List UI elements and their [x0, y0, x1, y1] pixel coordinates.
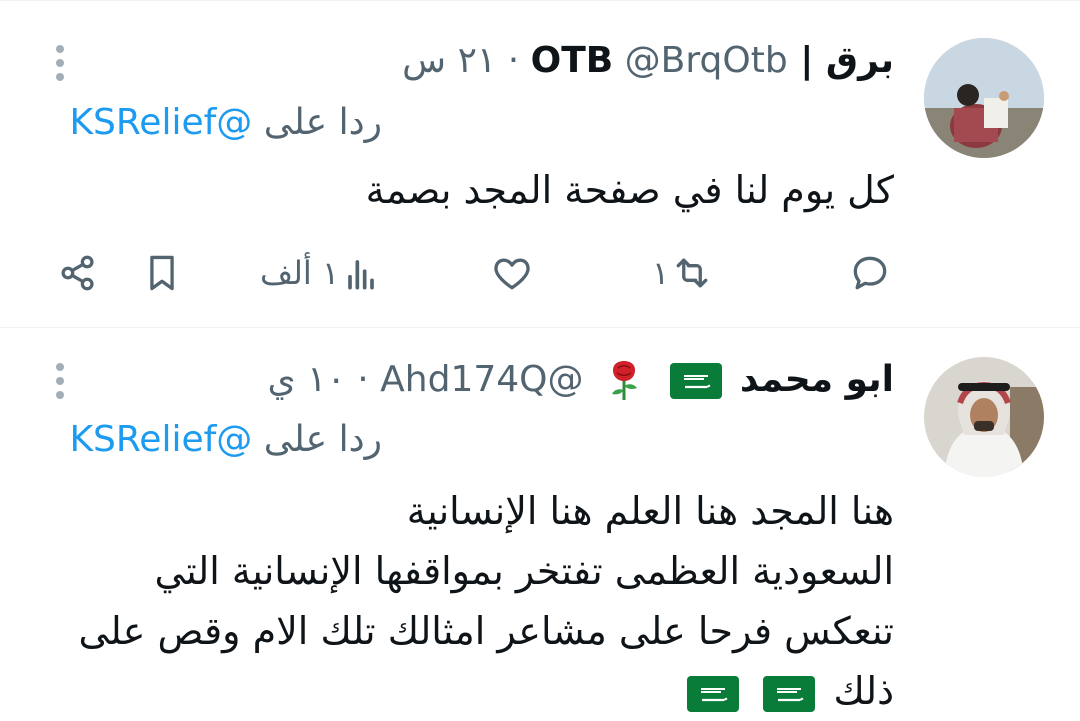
reply-mention[interactable]: @KSRelief: [69, 419, 252, 460]
like-button[interactable]: [490, 246, 536, 300]
tweet-card[interactable]: برق | OTB @BrqOtb · ٢١ س ردا على @KSReli…: [0, 0, 1080, 328]
avatar[interactable]: [924, 38, 1044, 158]
heart-icon: [494, 258, 530, 290]
share-icon: [61, 255, 94, 291]
reply-context: ردا على @KSRelief: [69, 98, 382, 148]
timestamp[interactable]: ١٠ ي: [268, 359, 346, 400]
user-handle[interactable]: @BrqOtb: [625, 40, 788, 81]
display-name[interactable]: ابو محمد: [740, 359, 894, 400]
rose-icon: [611, 361, 637, 400]
reply-prefix: ردا على: [263, 102, 382, 143]
saudi-flag-icon: [763, 675, 816, 712]
separator-dot: ·: [507, 40, 520, 81]
reply-bubble-icon: [853, 256, 887, 290]
tweet-text-line: السعودية العظمى تفتخر بمواقفها الإنسانية…: [154, 549, 895, 593]
share-button[interactable]: [56, 246, 100, 300]
saudi-flag-icon: [687, 675, 740, 712]
saudi-flag-icon: [670, 363, 723, 399]
user-handle[interactable]: @Ahd174Q: [380, 359, 583, 400]
tweet-text: هنا المجد هنا العلم هنا الإنسانية السعود…: [78, 481, 894, 721]
retweet-count: ١: [652, 254, 670, 292]
retweet-button[interactable]: ١: [650, 246, 715, 300]
more-options-icon[interactable]: [50, 361, 70, 401]
reply-button[interactable]: [848, 246, 894, 300]
reply-context: ردا على @KSRelief: [69, 415, 382, 465]
avatar[interactable]: [924, 357, 1044, 477]
tweet-text-line: كل يوم لنا في صفحة المجد بصمة: [365, 168, 894, 212]
bookmark-button[interactable]: [140, 246, 184, 300]
tweet-text: كل يوم لنا في صفحة المجد بصمة: [366, 160, 894, 220]
more-options-icon[interactable]: [50, 43, 70, 83]
tweet-header: برق | OTB @BrqOtb · ٢١ س: [402, 35, 894, 87]
action-bar: ١ ١ ألف: [0, 246, 1080, 300]
reply-prefix: ردا على: [263, 419, 382, 460]
tweet-text-line: ذلك: [833, 669, 894, 713]
tweet-text-last-line: ذلك: [78, 661, 894, 721]
tweet-card[interactable]: ابو محمد @Ahd174Q · ١٠ ي ردا على @KSReli…: [0, 327, 1080, 713]
timestamp[interactable]: ٢١ س: [402, 40, 496, 81]
tweet-text-line: هنا المجد هنا العلم هنا الإنسانية: [406, 489, 894, 533]
tweet-header: ابو محمد @Ahd174Q · ١٠ ي: [268, 354, 894, 406]
tweet-text-line: تنعكس فرحا على مشاعر امثالك تلك الام وقص…: [78, 609, 894, 653]
views-bar-chart-icon: [348, 260, 374, 290]
views-count: ١ ألف: [260, 254, 340, 292]
bookmark-icon: [150, 255, 174, 291]
retweet-icon: [676, 258, 708, 288]
reply-mention[interactable]: @KSRelief: [69, 102, 252, 143]
views-button[interactable]: ١ ألف: [258, 246, 383, 300]
separator-dot: ·: [357, 359, 369, 400]
